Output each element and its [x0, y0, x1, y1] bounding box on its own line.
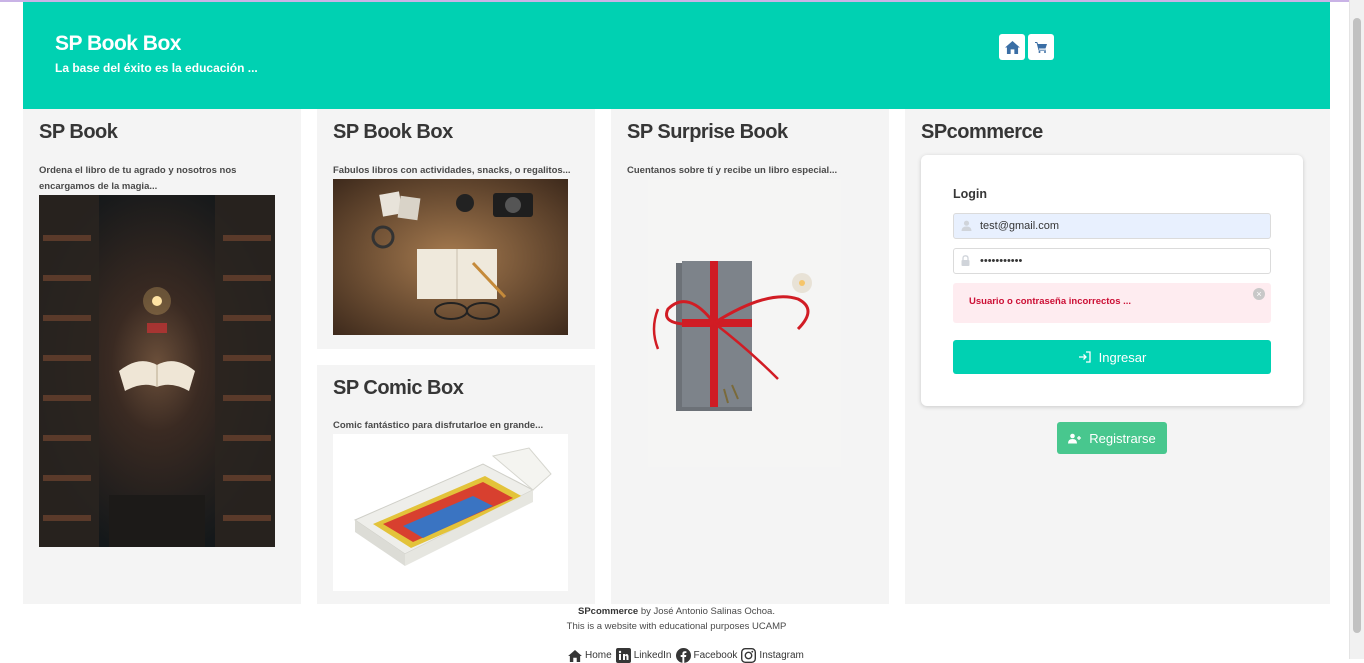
footer-link-facebook[interactable]: Facebook — [694, 650, 738, 661]
cart-icon — [1035, 41, 1047, 53]
lock-icon — [961, 255, 970, 266]
gift-book-photo — [648, 179, 841, 467]
facebook-icon — [675, 648, 691, 663]
card-title: SP Surprise Book — [627, 121, 788, 143]
sign-in-icon — [1078, 351, 1091, 363]
home-icon — [1004, 40, 1020, 54]
submit-label: Ingresar — [1098, 349, 1147, 365]
password-field[interactable] — [953, 248, 1271, 274]
instagram-icon — [741, 648, 757, 663]
footer-link-linkedin[interactable]: LinkedIn — [634, 650, 672, 661]
login-label: Login — [953, 187, 988, 201]
footer-link-instagram[interactable]: Instagram — [759, 650, 803, 661]
card-description: Fabulos libros con actividades, snacks, … — [333, 165, 571, 176]
email-input[interactable] — [980, 214, 1260, 238]
error-message: Usuario o contraseña incorrectos ... — [969, 296, 1132, 307]
card-description: Comic fantástico para disfrutarloe en gr… — [333, 420, 544, 431]
login-section-title: SPcommerce — [921, 121, 1043, 143]
home-button[interactable] — [999, 34, 1025, 60]
card-sp-book-box: SP Book Box Fabulos libros con actividad… — [317, 109, 595, 349]
card-sp-comic-box: SP Comic Box Comic fantástico para disfr… — [317, 365, 595, 604]
hero-header: SP Book Box La base del éxito es la educ… — [23, 2, 1330, 109]
cart-button[interactable] — [1028, 34, 1054, 60]
card-title: SP Book Box — [333, 121, 453, 143]
comic-box-photo — [333, 434, 568, 591]
email-field[interactable] — [953, 213, 1271, 239]
page-scrollbar[interactable] — [1349, 0, 1364, 659]
footer-note: This is a website with educational purpo… — [566, 621, 787, 632]
close-icon[interactable]: × — [1253, 288, 1265, 300]
footer-credit: SPcommerce by José Antonio Salinas Ochoa… — [23, 604, 1330, 619]
login-submit-button[interactable]: Ingresar — [953, 340, 1271, 374]
password-input[interactable] — [980, 249, 1260, 273]
footer-link-home[interactable]: Home — [585, 650, 612, 661]
home-icon — [568, 649, 582, 662]
register-button[interactable]: Registrarse — [1057, 422, 1167, 454]
register-label: Registrarse — [1089, 430, 1156, 446]
card-title: SP Book — [39, 121, 118, 143]
error-notification: Usuario o contraseña incorrectos ... × — [953, 283, 1271, 323]
footer-links: Home LinkedIn Facebook Instagram — [568, 648, 808, 663]
footer-author: by José Antonio Salinas Ochoa. — [638, 606, 775, 617]
linkedin-icon — [615, 648, 631, 663]
card-title: SP Comic Box — [333, 377, 464, 399]
scrollbar-thumb[interactable] — [1353, 18, 1361, 633]
user-plus-icon — [1068, 433, 1082, 443]
card-sp-surprise-book: SP Surprise Book Cuentanos sobre tí y re… — [611, 109, 889, 604]
footer-brand: SPcommerce — [578, 606, 639, 617]
site-subtitle: La base del éxito es la educación ... — [55, 61, 258, 75]
desk-photo — [333, 179, 568, 335]
card-sp-book: SP Book Ordena el libro de tu agrado y n… — [23, 109, 301, 604]
login-panel: SPcommerce Login Usuario o contraseña in… — [905, 109, 1330, 604]
card-description: Cuentanos sobre tí y recibe un libro esp… — [627, 165, 838, 176]
card-description: Ordena el libro de tu agrado y nosotros … — [39, 165, 237, 192]
login-form: Login Usuario o contraseña incorrectos .… — [921, 155, 1303, 406]
library-photo — [39, 195, 275, 547]
user-icon — [961, 220, 972, 231]
site-title[interactable]: SP Book Box — [55, 32, 181, 56]
footer: SPcommerce by José Antonio Salinas Ochoa… — [23, 604, 1330, 663]
